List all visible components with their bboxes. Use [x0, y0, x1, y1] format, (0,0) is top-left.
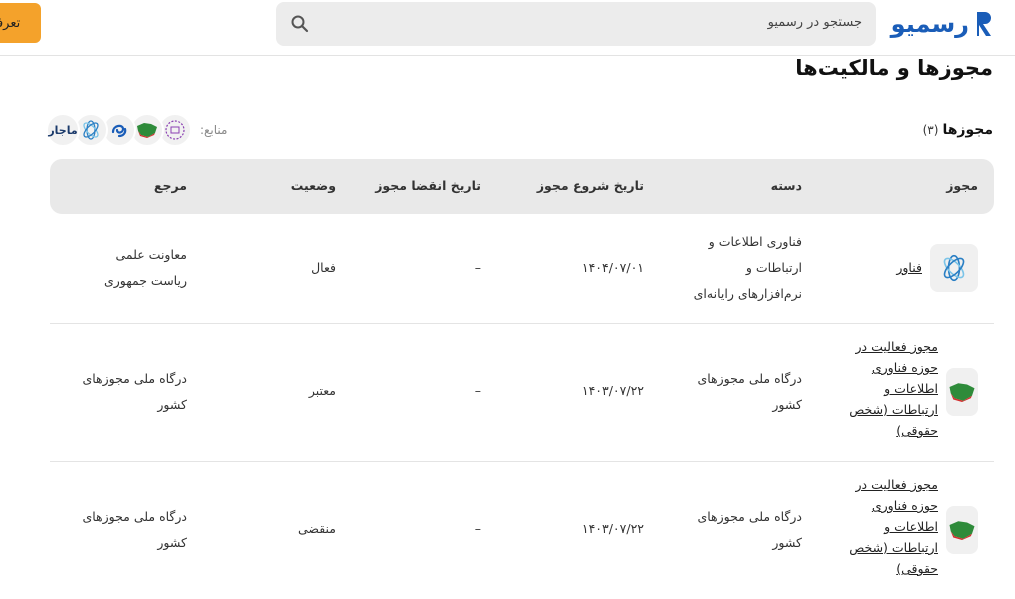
table-row: مجوز فعالیت در حوزه فناوری اطلاعات و ارت… [50, 324, 994, 462]
start-date: ۱۴۰۳/۰۷/۲۲ [581, 521, 644, 536]
category-cell: فناوری اطلاعات و ارتباطات و نرم‌افزارهای… [694, 229, 802, 307]
category-line: کشور [772, 397, 802, 412]
sources-list: منابع: ماجار [46, 112, 228, 148]
sources-label: منابع: [200, 123, 228, 137]
expiry-date: – [474, 521, 481, 536]
authority-line: درگاه ملی مجوزهای [82, 509, 187, 524]
license-line: اطلاعات و [884, 519, 938, 534]
category-line: درگاه ملی مجوزهای [697, 371, 802, 386]
col-status: وضعیت [290, 178, 336, 193]
license-line: حوزه فناوری [871, 498, 938, 513]
majar-icon[interactable]: ماجار [46, 113, 80, 147]
license-line: ارتباطات (شخص [849, 402, 938, 417]
license-link[interactable]: مجوز فعالیت در حوزه فناوری اطلاعات و ارت… [849, 336, 938, 441]
logo-mark-icon [977, 12, 991, 36]
table-row: فناور فناوری اطلاعات و ارتباطات و نرم‌اف… [50, 214, 994, 324]
table-row: مجوز فعالیت در حوزه فناوری اطلاعات و ارت… [50, 462, 994, 599]
col-expiry-date: تاریخ انقضا مجوز [375, 178, 481, 193]
site-logo[interactable]: رسمیو [891, 8, 993, 40]
authority-cell: معاونت علمی ریاست جمهوری [104, 242, 187, 294]
expiry-date: – [474, 260, 481, 275]
licenses-section-title: مجوزها(۳) [923, 122, 993, 138]
majar-label: ماجار [48, 123, 78, 137]
iran-map-icon [946, 506, 978, 554]
search-input[interactable]: جستجو در رسمیو [768, 15, 862, 30]
start-date: ۱۴۰۴/۰۷/۰۱ [581, 260, 644, 275]
pricing-button[interactable]: تعرفه [0, 3, 41, 43]
top-bar: تعرفه جستجو در رسمیو رسمیو [0, 0, 1015, 56]
license-line: ارتباطات (شخص [849, 540, 938, 555]
search-icon[interactable] [290, 14, 310, 34]
category-line: ارتباطات و [745, 260, 802, 275]
col-start-date: تاریخ شروع مجوز [536, 178, 644, 193]
col-authority: مرجع [153, 178, 187, 193]
category-line: درگاه ملی مجوزهای [697, 509, 802, 524]
license-count: (۳) [922, 123, 939, 137]
section-title-text: مجوزها [942, 122, 993, 138]
authority-cell: درگاه ملی مجوزهای کشور [82, 504, 187, 556]
category-cell: درگاه ملی مجوزهای کشور [697, 366, 802, 418]
expiry-date: – [474, 383, 481, 398]
category-cell: درگاه ملی مجوزهای کشور [697, 504, 802, 556]
status-text: منقضی [297, 521, 336, 536]
start-date: ۱۴۰۳/۰۷/۲۲ [581, 383, 644, 398]
col-category: دسته [770, 178, 802, 193]
authority-line: کشور [157, 397, 187, 412]
license-line: مجوز فعالیت در [855, 339, 938, 354]
col-license: مجوز [946, 178, 978, 193]
status-text: فعال [311, 260, 336, 275]
authority-line: کشور [157, 535, 187, 550]
category-line: فناوری اطلاعات و [708, 234, 802, 249]
page-title: مجوزها و مالکیت‌ها [795, 56, 993, 80]
license-link[interactable]: مجوز فعالیت در حوزه فناوری اطلاعات و ارت… [849, 474, 938, 579]
category-line: کشور [772, 535, 802, 550]
authority-line: درگاه ملی مجوزهای [82, 371, 187, 386]
authority-cell: درگاه ملی مجوزهای کشور [82, 366, 187, 418]
search-bar[interactable]: جستجو در رسمیو [276, 2, 876, 46]
logo-text: رسمیو [890, 10, 969, 38]
category-line: نرم‌افزارهای رایانه‌ای [693, 286, 802, 301]
table-header: مجوز دسته تاریخ شروع مجوز تاریخ انقضا مج… [50, 159, 994, 214]
license-line: حقوقی) [896, 423, 938, 438]
license-line: حوزه فناوری [871, 360, 938, 375]
status-text: معتبر [308, 383, 336, 398]
authority-line: ریاست جمهوری [103, 273, 187, 288]
iran-map-icon [946, 368, 978, 416]
authority-line: معاونت علمی [115, 247, 187, 262]
license-link[interactable]: فناور [896, 255, 922, 281]
fanavar-icon [930, 244, 978, 292]
license-line: اطلاعات و [884, 381, 938, 396]
license-line: حقوقی) [896, 561, 938, 576]
license-line: مجوز فعالیت در [855, 477, 938, 492]
